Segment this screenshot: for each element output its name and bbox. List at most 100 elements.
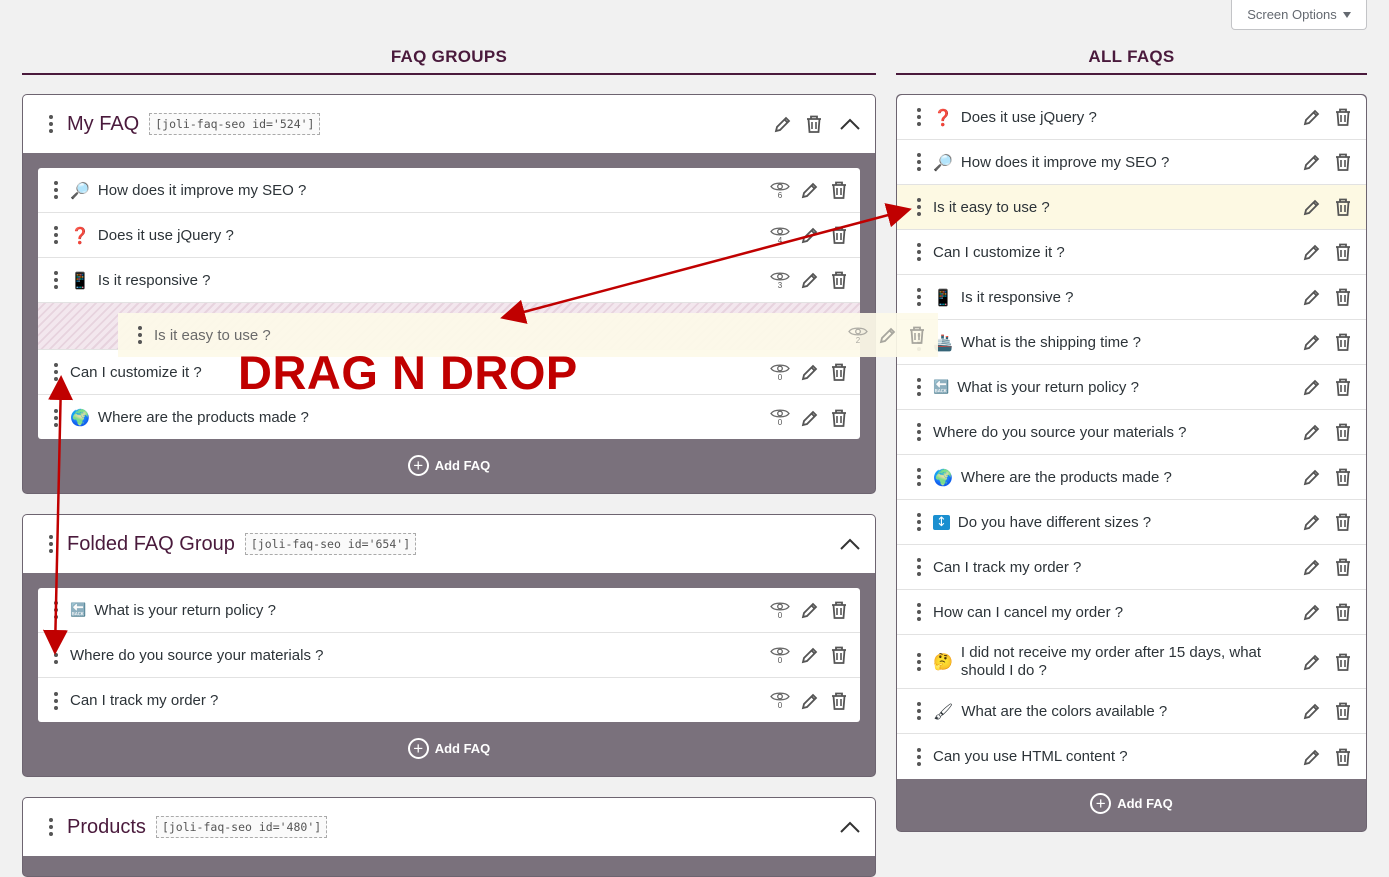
faq-row[interactable]: ❓ Does it use jQuery ? 4 bbox=[38, 213, 860, 258]
screen-options-button[interactable]: Screen Options bbox=[1231, 0, 1367, 30]
edit-pencil-icon[interactable] bbox=[800, 645, 820, 665]
faq-row[interactable]: Can I customize it ? bbox=[897, 230, 1366, 275]
faq-row[interactable]: Can I track my order ? 0 bbox=[38, 678, 860, 722]
edit-pencil-icon[interactable] bbox=[1302, 152, 1322, 172]
drag-handle-icon[interactable] bbox=[917, 378, 921, 396]
add-faq-button[interactable]: + Add FAQ bbox=[897, 793, 1366, 814]
faq-row[interactable]: 🔎 How does it improve my SEO ? 6 bbox=[38, 168, 860, 213]
group-shortcode[interactable]: [joli-faq-seo id='654'] bbox=[244, 533, 417, 555]
faq-row[interactable]: 🤔 I did not receive my order after 15 day… bbox=[897, 635, 1366, 689]
trash-icon[interactable] bbox=[1334, 652, 1352, 672]
drag-handle-icon[interactable] bbox=[54, 601, 58, 619]
drag-handle-icon[interactable] bbox=[917, 747, 921, 766]
edit-pencil-icon[interactable] bbox=[773, 114, 793, 134]
add-faq-button[interactable]: + Add FAQ bbox=[23, 455, 875, 476]
drag-handle-icon[interactable] bbox=[917, 558, 921, 576]
drag-handle-icon[interactable] bbox=[917, 652, 921, 671]
edit-pencil-icon[interactable] bbox=[800, 408, 820, 428]
drag-handle-icon[interactable] bbox=[917, 153, 921, 171]
faq-row[interactable]: Can you use HTML content ? bbox=[897, 734, 1366, 779]
group-title[interactable]: My FAQ bbox=[67, 113, 139, 136]
chevron-up-icon[interactable] bbox=[839, 537, 861, 551]
trash-icon[interactable] bbox=[1334, 332, 1352, 352]
edit-pencil-icon[interactable] bbox=[1302, 652, 1322, 672]
chevron-up-icon[interactable] bbox=[839, 820, 861, 834]
faq-row[interactable]: 🌍 Where are the products made ? 0 bbox=[38, 395, 860, 439]
trash-icon[interactable] bbox=[830, 645, 848, 665]
trash-icon[interactable] bbox=[1334, 152, 1352, 172]
edit-pencil-icon[interactable] bbox=[1302, 287, 1322, 307]
edit-pencil-icon[interactable] bbox=[800, 362, 820, 382]
drag-handle-icon[interactable] bbox=[54, 226, 58, 244]
trash-icon[interactable] bbox=[830, 180, 848, 200]
drag-handle-icon[interactable] bbox=[917, 243, 921, 261]
drag-handle-icon[interactable] bbox=[917, 603, 921, 621]
faq-row[interactable]: Where do you source your materials ? 0 bbox=[38, 633, 860, 678]
faq-row[interactable]: ↕ Do you have different sizes ? bbox=[897, 500, 1366, 545]
drag-handle-icon[interactable] bbox=[138, 326, 142, 344]
drag-handle-icon[interactable] bbox=[917, 423, 921, 441]
drag-handle-icon[interactable] bbox=[54, 363, 58, 381]
trash-icon[interactable] bbox=[1334, 242, 1352, 262]
edit-pencil-icon[interactable] bbox=[800, 600, 820, 620]
drag-handle-icon[interactable] bbox=[917, 198, 921, 216]
edit-pencil-icon[interactable] bbox=[1302, 332, 1322, 352]
edit-pencil-icon[interactable] bbox=[800, 270, 820, 290]
group-title[interactable]: Folded FAQ Group bbox=[67, 533, 235, 556]
edit-pencil-icon[interactable] bbox=[1302, 107, 1322, 127]
trash-icon[interactable] bbox=[1334, 377, 1352, 397]
edit-pencil-icon[interactable] bbox=[1302, 197, 1322, 217]
group-shortcode[interactable]: [joli-faq-seo id='524'] bbox=[149, 113, 321, 135]
faq-row[interactable]: 📱 Is it responsive ? bbox=[897, 275, 1366, 320]
trash-icon[interactable] bbox=[908, 325, 926, 345]
trash-icon[interactable] bbox=[1334, 197, 1352, 217]
faq-row-highlighted[interactable]: Is it easy to use ? bbox=[897, 185, 1366, 230]
edit-pencil-icon[interactable] bbox=[1302, 512, 1322, 532]
trash-icon[interactable] bbox=[1334, 422, 1352, 442]
trash-icon[interactable] bbox=[1334, 701, 1352, 721]
group-title[interactable]: Products bbox=[67, 816, 146, 839]
faq-row[interactable]: 🖌 What are the colors available ? bbox=[897, 689, 1366, 734]
drag-handle-icon[interactable] bbox=[54, 271, 58, 289]
trash-icon[interactable] bbox=[830, 408, 848, 428]
faq-row[interactable]: 🌍 Where are the products made ? bbox=[897, 455, 1366, 500]
edit-pencil-icon[interactable] bbox=[1302, 602, 1322, 622]
drag-handle-icon[interactable] bbox=[54, 408, 58, 427]
faq-row[interactable]: 🚢 What is the shipping time ? bbox=[897, 320, 1366, 365]
faq-row[interactable]: 📱 Is it responsive ? 3 bbox=[38, 258, 860, 303]
group-shortcode[interactable]: [joli-faq-seo id='480'] bbox=[155, 816, 328, 838]
drag-handle-icon[interactable] bbox=[917, 513, 921, 531]
edit-pencil-icon[interactable] bbox=[800, 691, 820, 711]
faq-row[interactable]: 🔙 What is your return policy ? 0 bbox=[38, 588, 860, 633]
drag-handle-icon[interactable] bbox=[54, 646, 58, 664]
drag-handle-icon[interactable] bbox=[917, 468, 921, 486]
drag-handle-icon[interactable] bbox=[54, 181, 58, 199]
edit-pencil-icon[interactable] bbox=[1302, 467, 1322, 487]
trash-icon[interactable] bbox=[1334, 287, 1352, 307]
edit-pencil-icon[interactable] bbox=[1302, 242, 1322, 262]
faq-row[interactable]: ❓ Does it use jQuery ? bbox=[897, 95, 1366, 140]
trash-icon[interactable] bbox=[1334, 602, 1352, 622]
trash-icon[interactable] bbox=[1334, 747, 1352, 767]
chevron-up-icon[interactable] bbox=[839, 117, 861, 131]
trash-icon[interactable] bbox=[830, 225, 848, 245]
trash-icon[interactable] bbox=[1334, 467, 1352, 487]
drag-handle-icon[interactable] bbox=[917, 108, 921, 126]
add-faq-button[interactable]: + Add FAQ bbox=[23, 738, 875, 759]
edit-pencil-icon[interactable] bbox=[878, 325, 898, 345]
faq-row[interactable]: 🔎 How does it improve my SEO ? bbox=[897, 140, 1366, 185]
faq-row[interactable]: Can I track my order ? bbox=[897, 545, 1366, 590]
drag-handle-icon[interactable] bbox=[49, 535, 53, 553]
trash-icon[interactable] bbox=[830, 270, 848, 290]
faq-row[interactable]: Where do you source your materials ? bbox=[897, 410, 1366, 455]
trash-icon[interactable] bbox=[830, 691, 848, 711]
edit-pencil-icon[interactable] bbox=[800, 225, 820, 245]
trash-icon[interactable] bbox=[1334, 107, 1352, 127]
drag-handle-icon[interactable] bbox=[49, 115, 53, 133]
faq-row[interactable]: How can I cancel my order ? bbox=[897, 590, 1366, 635]
trash-icon[interactable] bbox=[830, 600, 848, 620]
edit-pencil-icon[interactable] bbox=[1302, 377, 1322, 397]
trash-icon[interactable] bbox=[1334, 512, 1352, 532]
trash-icon[interactable] bbox=[805, 114, 823, 134]
drag-handle-icon[interactable] bbox=[49, 818, 53, 836]
